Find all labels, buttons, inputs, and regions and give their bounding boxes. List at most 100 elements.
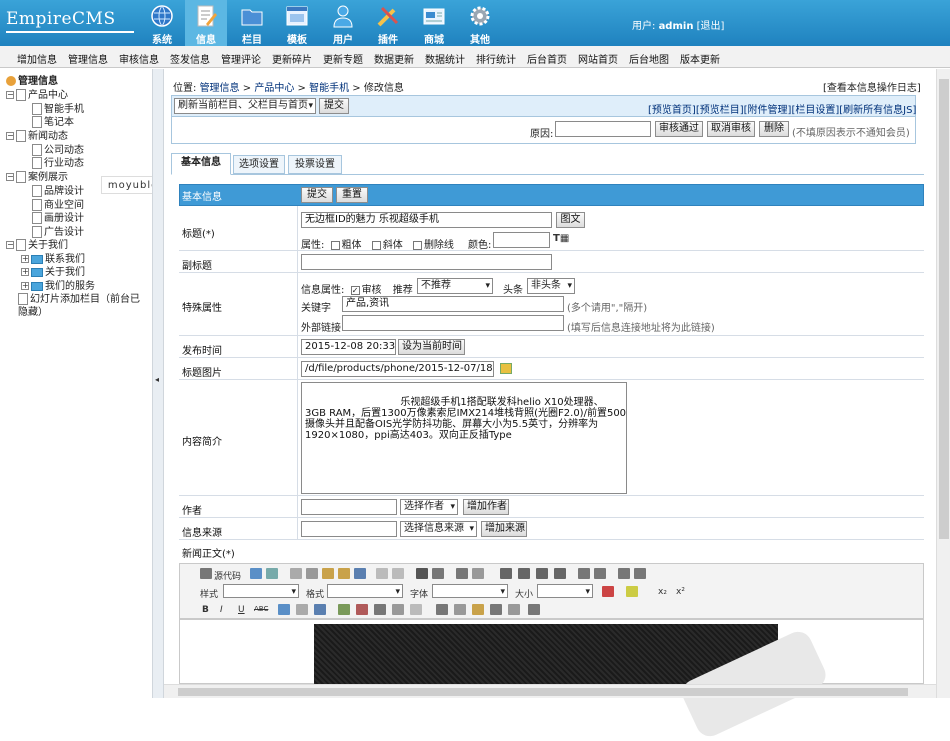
tree-item-contact[interactable]: + 联系我们 — [21, 253, 85, 266]
tree-item-ad-design[interactable]: 广告设计 — [32, 226, 84, 239]
scroll-thumb[interactable] — [939, 79, 949, 539]
expand-icon[interactable]: + — [21, 282, 29, 290]
page-break-icon[interactable] — [410, 604, 422, 615]
menu-manage-comment[interactable]: 管理评论 — [221, 51, 261, 66]
anchor-icon[interactable] — [314, 604, 326, 615]
collapse-icon[interactable]: − — [6, 132, 14, 140]
expand-icon[interactable]: + — [21, 268, 29, 276]
italic-icon[interactable]: I — [220, 605, 223, 615]
collapse-icon[interactable]: − — [6, 241, 14, 249]
title-pic-button[interactable]: 图文 — [556, 212, 585, 228]
tree-item-products[interactable]: − 产品中心 — [6, 89, 68, 102]
table-icon[interactable] — [436, 604, 448, 615]
delete-button[interactable]: 删除 — [759, 121, 789, 137]
tree-root[interactable]: 管理信息 — [6, 75, 58, 88]
align-left-icon[interactable] — [500, 568, 512, 579]
pic-input[interactable]: /d/file/products/phone/2015-12-07/1874fd… — [301, 361, 494, 377]
menu-update-fragment[interactable]: 更新碎片 — [272, 51, 312, 66]
subtitle-input[interactable] — [301, 254, 552, 270]
unapprove-button[interactable]: 取消审核 — [707, 121, 755, 137]
attachment-icon[interactable] — [392, 604, 404, 615]
select-all-icon[interactable] — [456, 568, 468, 579]
format-select[interactable] — [327, 584, 403, 598]
undo-icon[interactable] — [376, 568, 388, 579]
superscript-icon[interactable]: x² — [676, 587, 685, 597]
link-icon[interactable] — [278, 604, 290, 615]
author-select[interactable]: 选择作者 — [400, 499, 458, 515]
menu-admin-map[interactable]: 后台地图 — [629, 51, 669, 66]
crumb-products[interactable]: 产品中心 — [254, 83, 294, 94]
tree-item-album-design[interactable]: 画册设计 — [32, 212, 84, 225]
bullet-list-icon[interactable] — [634, 568, 646, 579]
recommend-select[interactable]: 不推荐 — [417, 278, 493, 294]
bg-color-icon[interactable] — [626, 586, 638, 597]
preview-home-link[interactable]: [预览首页] — [648, 105, 696, 116]
outlink-input[interactable] — [342, 315, 564, 331]
tree-item-about-us[interactable]: + 关于我们 — [21, 266, 85, 279]
scroll-thumb[interactable] — [178, 688, 908, 696]
add-source-button[interactable]: 增加来源 — [481, 521, 527, 537]
menu-rank-stats[interactable]: 排行统计 — [476, 51, 516, 66]
tree-item-slideshow[interactable]: 幻灯片添加栏目（前台已隐藏） — [18, 293, 148, 319]
preview-icon[interactable] — [250, 568, 262, 579]
maximize-icon[interactable] — [528, 604, 540, 615]
image-icon[interactable] — [338, 604, 350, 615]
tab-options[interactable]: 选项设置 — [233, 155, 285, 174]
media-icon[interactable] — [374, 604, 386, 615]
template-icon[interactable] — [266, 568, 278, 579]
copy-icon[interactable] — [306, 568, 318, 579]
menu-manage-info[interactable]: 管理信息 — [68, 51, 108, 66]
menu-site-home[interactable]: 网站首页 — [578, 51, 618, 66]
paste-icon[interactable] — [322, 568, 334, 579]
refresh-submit-button[interactable]: 提交 — [319, 98, 349, 114]
horizontal-scrollbar[interactable] — [164, 684, 936, 698]
nav-system[interactable]: 系统 — [141, 0, 183, 46]
add-author-button[interactable]: 增加作者 — [463, 499, 509, 515]
flash-icon[interactable] — [356, 604, 368, 615]
attachment-link[interactable]: [附件管理] — [744, 105, 792, 116]
tab-vote[interactable]: 投票设置 — [288, 155, 342, 174]
reason-input[interactable] — [555, 121, 651, 137]
intro-textarea[interactable]: 乐视超级手机1搭配联发科helio X10处理器、 3GB RAM，后置1300万… — [301, 382, 627, 494]
paste-word-icon[interactable] — [354, 568, 366, 579]
source-button[interactable]: 源代码 — [214, 569, 241, 582]
font-select[interactable] — [432, 584, 508, 598]
size-select[interactable] — [537, 584, 593, 598]
smiley-icon[interactable] — [472, 604, 484, 615]
tree-item-cases[interactable]: − 案例展示 — [6, 171, 68, 184]
panel-splitter[interactable]: ◂ — [152, 69, 164, 698]
column-settings-link[interactable]: [栏目设置] — [791, 105, 839, 116]
approve-button[interactable]: 审核通过 — [655, 121, 703, 137]
tree-item-brand-design[interactable]: 品牌设计 — [32, 185, 84, 198]
tree-item-commercial-space[interactable]: 商业空间 — [32, 199, 84, 212]
align-right-icon[interactable] — [536, 568, 548, 579]
collapse-icon[interactable]: − — [6, 173, 14, 181]
menu-sign-info[interactable]: 签发信息 — [170, 51, 210, 66]
style-select[interactable] — [223, 584, 299, 598]
color-picker-icon[interactable]: T▦ — [553, 233, 569, 244]
refresh-select[interactable]: 刷新当前栏目、父栏目与首页 — [174, 98, 316, 114]
source-input[interactable] — [301, 521, 397, 537]
author-input[interactable] — [301, 499, 397, 515]
text-color-icon[interactable] — [602, 586, 614, 597]
title-input[interactable]: 无边框ID的魅力 乐视超级手机 — [301, 212, 552, 228]
horizontal-rule-icon[interactable] — [454, 604, 466, 615]
numbered-list-icon[interactable] — [618, 568, 630, 579]
tree-item-company-news[interactable]: 公司动态 — [32, 144, 84, 157]
menu-update-special[interactable]: 更新专题 — [323, 51, 363, 66]
nav-shop[interactable]: 商城 — [413, 0, 455, 46]
nav-column[interactable]: 栏目 — [231, 0, 273, 46]
image-picker-icon[interactable] — [500, 363, 512, 374]
menu-data-update[interactable]: 数据更新 — [374, 51, 414, 66]
source-select[interactable]: 选择信息来源 — [400, 521, 477, 537]
form-submit-button[interactable]: 提交 — [301, 187, 333, 203]
headline-select[interactable]: 非头条 — [527, 278, 575, 294]
collapse-icon[interactable]: − — [6, 91, 14, 99]
source-icon[interactable] — [200, 568, 212, 579]
keyword-input[interactable]: 产品,资讯 — [342, 296, 564, 312]
nav-other[interactable]: 其他 — [459, 0, 501, 46]
strike-checkbox[interactable] — [412, 240, 422, 250]
bold-checkbox[interactable] — [330, 240, 340, 250]
tree-item-services[interactable]: + 我们的服务 — [21, 280, 95, 293]
menu-admin-home[interactable]: 后台首页 — [527, 51, 567, 66]
